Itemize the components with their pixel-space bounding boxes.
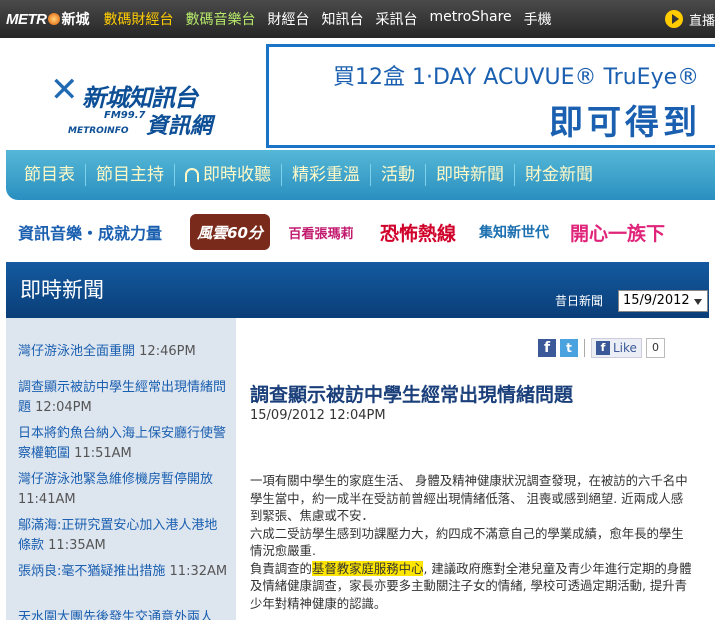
highlighted-organization: 基督教家庭服務中心	[311, 560, 424, 576]
logo-english: METROINFO	[68, 126, 129, 136]
metroinfo-logo[interactable]: ✕ 新城知訊台 FM99.7 資訊網 METROINFO	[48, 68, 248, 146]
nav-listen-live[interactable]: 即時收聽	[175, 164, 282, 186]
topnav-metroshare[interactable]: metroShare	[430, 9, 512, 29]
facebook-share-icon[interactable]: f	[538, 339, 556, 357]
nav-hosts[interactable]: 節目主持	[86, 164, 175, 186]
facebook-icon: f	[596, 341, 610, 355]
news-time: 11:51AM	[74, 446, 132, 461]
article-text: 負責調查的	[250, 560, 312, 576]
news-time: 12:46PM	[139, 344, 196, 359]
nav-replay[interactable]: 精彩重溫	[282, 164, 371, 186]
live-label: 直播	[688, 13, 715, 29]
sidebar-news-item[interactable]: 張炳良:毫不猶疑推出措施 11:32AM	[18, 562, 228, 582]
sidebar-news-item[interactable]: 鄔滿海:正研究置安心加入港人港地條款 11:35AM	[18, 516, 228, 556]
sidebar-news-item[interactable]: 灣仔游泳池全面重開 12:46PM	[18, 342, 228, 362]
logo-frequency: FM99.7	[104, 110, 146, 121]
metro-logo-text: METR	[6, 10, 47, 28]
article-paragraph: 一項有關中學生的家庭生活、 身體及精神健康狀況調查發現，在被訪的六千名中學生當中…	[250, 473, 688, 523]
metro-logo[interactable]: METR 新城	[6, 0, 90, 38]
logo-subtitle: 資訊網	[146, 114, 213, 139]
nav-listen-live-label: 即時收聽	[203, 165, 271, 185]
nav-instant-news[interactable]: 即時新聞	[426, 164, 515, 186]
news-time: 11:41AM	[18, 492, 76, 507]
topnav-digital-music[interactable]: 數碼音樂台	[186, 9, 256, 29]
sidebar-news-item[interactable]: 天水圍大團先後發生交通意外兩人	[18, 608, 228, 620]
like-label: Like	[613, 341, 637, 355]
program-logo[interactable]: 開心一族下	[570, 214, 715, 250]
article: f t f Like 0 調查顯示被訪中學生經常出現情緒問題 15/09/201…	[238, 318, 709, 620]
like-count: 0	[645, 338, 665, 358]
nav-schedule[interactable]: 節目表	[6, 164, 86, 186]
news-headline: 灣仔游泳池全面重開	[18, 344, 136, 359]
headphone-icon	[185, 168, 199, 182]
live-button[interactable]: 直播	[664, 0, 715, 38]
top-bar: METR 新城 數碼財經台 數碼音樂台 財經台 知訊台 采訊台 metroSha…	[0, 0, 715, 38]
past-news-label: 昔日新聞	[555, 294, 604, 308]
program-slogan: 資訊音樂・成就力量	[18, 224, 163, 243]
news-time: 12:04PM	[35, 400, 92, 415]
sidebar-news-item[interactable]: 日本將釣魚台納入海上保安廳行使警察權範圍 11:51AM	[18, 424, 228, 464]
news-time: 11:35AM	[48, 538, 106, 553]
topnav-digital-finance[interactable]: 數碼財經台	[104, 9, 174, 29]
article-body: 一項有關中學生的家庭生活、 身體及精神健康狀況調查發現，在被訪的六千名中學生當中…	[250, 472, 692, 612]
logo-star-icon: ✕	[50, 70, 79, 110]
nav-events[interactable]: 活動	[371, 164, 426, 186]
twitter-share-icon[interactable]: t	[560, 339, 578, 357]
news-headline: 天水圍大團先後發生交通意外兩人	[18, 610, 214, 620]
share-divider	[584, 339, 585, 357]
topnav-metroinfo[interactable]: 知訊台	[322, 9, 364, 29]
section-title: 即時新聞	[20, 278, 104, 302]
program-logo[interactable]: 集知新世代	[468, 214, 560, 250]
share-bar: f t f Like 0	[538, 338, 665, 358]
ad-line-2: 即可得到	[549, 103, 701, 143]
top-nav: 數碼財經台 數碼音樂台 財經台 知訊台 采訊台 metroShare 手機	[104, 9, 564, 29]
article-title: 調查顯示被訪中學生經常出現情緒問題	[250, 384, 574, 406]
program-logo[interactable]: 風雲60分	[190, 214, 270, 250]
nav-finance-news[interactable]: 財金新聞	[515, 164, 603, 186]
article-date: 15/09/2012 12:04PM	[250, 408, 386, 423]
ad-line-1: 買12盒 1·DAY ACUVUE® TruEye®	[333, 65, 700, 90]
main-nav: 節目表 節目主持 即時收聽 精彩重溫 活動 即時新聞 財金新聞	[6, 150, 715, 200]
header: ✕ 新城知訊台 FM99.7 資訊網 METROINFO 買12盒 1·DAY …	[0, 38, 715, 150]
topnav-finance[interactable]: 財經台	[268, 9, 310, 29]
news-headline: 灣仔游泳池緊急維修機房暫停開放	[18, 472, 214, 487]
metro-logo-zh: 新城	[61, 12, 90, 28]
program-logo[interactable]: 百看張瑪莉	[286, 214, 356, 250]
facebook-like-button[interactable]: f Like	[591, 338, 642, 358]
date-select[interactable]: 15/9/2012	[618, 290, 708, 312]
chevron-down-icon	[694, 299, 702, 305]
news-time: 11:32AM	[169, 564, 228, 579]
news-headline: 張炳良:毫不猶疑推出措施	[18, 564, 166, 579]
date-select-value: 15/9/2012	[623, 293, 690, 308]
program-strip: 資訊音樂・成就力量 風雲60分 百看張瑪莉 恐怖熱線 集知新世代 開心一族下	[0, 200, 715, 260]
metro-logo-dot-icon	[47, 13, 60, 25]
article-paragraph: 六成二受訪學生感到功課壓力大，約四成不滿意自己的學業成績，愈年長的學生情況愈嚴重…	[250, 525, 684, 559]
banner-ad[interactable]: 買12盒 1·DAY ACUVUE® TruEye® 即可得到	[266, 44, 715, 148]
topnav-metroplus[interactable]: 采訊台	[376, 9, 418, 29]
play-icon	[664, 10, 683, 28]
sidebar-news-item[interactable]: 灣仔游泳池緊急維修機房暫停開放 11:41AM	[18, 470, 228, 510]
article-paragraph: 負責調查的基督教家庭服務中心, 建議政府應對全港兒童及青少年進行定期的身體及情緒…	[250, 560, 692, 613]
program-logo[interactable]: 恐怖熱線	[372, 214, 464, 250]
section-header: 即時新聞 昔日新聞 15/9/2012	[6, 262, 709, 318]
news-sidebar: 灣仔游泳池全面重開 12:46PM 調查顯示被訪中學生經常出現情緒問題 12:0…	[6, 318, 236, 620]
sidebar-news-item[interactable]: 調查顯示被訪中學生經常出現情緒問題 12:04PM	[18, 378, 228, 418]
topnav-mobile[interactable]: 手機	[524, 9, 552, 29]
